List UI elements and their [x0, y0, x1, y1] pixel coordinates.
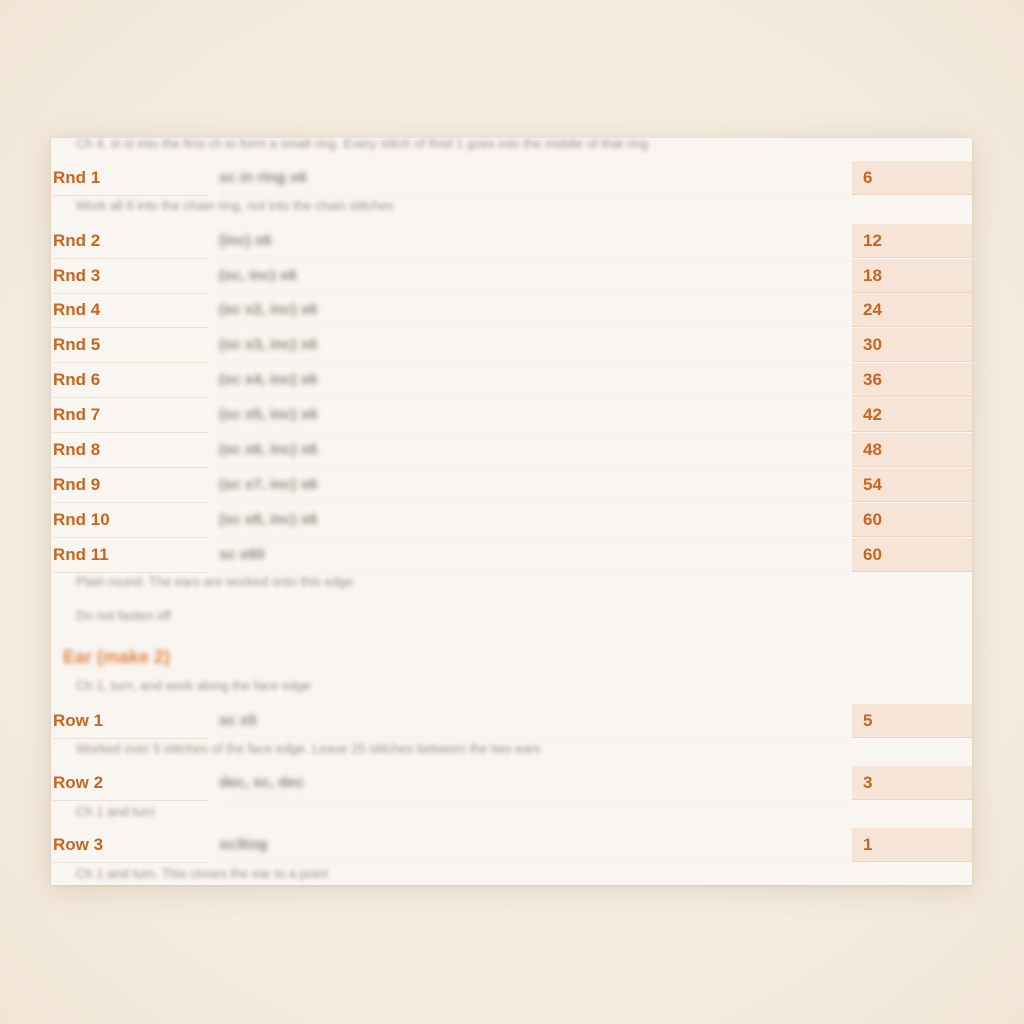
row-note: Ch 1 and turn. This closes the ear to a … — [76, 866, 328, 881]
round-instruction: (sc x7, inc) x6 — [219, 468, 849, 503]
round-instruction: (sc x6, inc) x6 — [219, 433, 849, 468]
pattern-card: Ch 4, sl st into the first ch to form a … — [51, 138, 972, 885]
table-row: Rnd 3 (sc, inc) x6 18 — [51, 259, 972, 294]
round-instruction: (sc x2, inc) x6 — [219, 293, 849, 328]
intro-note: Ch 4, sl st into the first ch to form a … — [76, 138, 649, 151]
table-row: Row 1 sc x5 5 — [51, 704, 972, 739]
stitch-count: 42 — [852, 398, 972, 432]
row-note: Worked over 5 stitches of the face edge.… — [76, 741, 541, 756]
stitch-count: 3 — [852, 766, 972, 800]
stitch-count: 30 — [852, 328, 972, 362]
stitch-count: 54 — [852, 468, 972, 502]
round-instruction: (sc x4, inc) x6 — [219, 363, 849, 398]
row-label: Row 1 — [53, 704, 208, 739]
table-row: Row 3 sc3tog 1 — [51, 828, 972, 863]
row-instruction: dec, sc, dec — [219, 766, 849, 801]
round-instruction: (sc x8, inc) x6 — [219, 503, 849, 538]
round-note: Do not fasten off — [76, 608, 172, 623]
table-row: Row 2 dec, sc, dec 3 — [51, 766, 972, 801]
stitch-count: 18 — [852, 259, 972, 293]
row-note: Ch 1 and turn — [76, 804, 155, 819]
round-instruction: (sc, inc) x6 — [219, 259, 849, 294]
round-instruction: (inc) x6 — [219, 224, 849, 259]
round-label: Rnd 10 — [53, 503, 208, 538]
table-row: Rnd 6 (sc x4, inc) x6 36 — [51, 363, 972, 398]
table-row: Rnd 4 (sc x2, inc) x6 24 — [51, 293, 972, 328]
stitch-count: 5 — [852, 704, 972, 738]
round-label: Rnd 2 — [53, 224, 208, 259]
round-instruction: (sc x3, inc) x6 — [219, 328, 849, 363]
round-label: Rnd 6 — [53, 363, 208, 398]
round-label: Rnd 3 — [53, 259, 208, 294]
stitch-count: 6 — [852, 161, 972, 195]
table-row: Rnd 10 (sc x8, inc) x6 60 — [51, 503, 972, 538]
row-instruction: sc x5 — [219, 704, 849, 739]
stitch-count: 60 — [852, 538, 972, 572]
round-label: Rnd 8 — [53, 433, 208, 468]
table-row: Rnd 2 (inc) x6 12 — [51, 224, 972, 259]
table-row: Rnd 8 (sc x6, inc) x6 48 — [51, 433, 972, 468]
stitch-count: 48 — [852, 433, 972, 467]
round-label: Rnd 9 — [53, 468, 208, 503]
round-instruction: sc in ring x6 — [219, 161, 849, 196]
table-row: Rnd 5 (sc x3, inc) x6 30 — [51, 328, 972, 363]
table-row: Rnd 11 sc x60 60 — [51, 538, 972, 573]
stitch-count: 36 — [852, 363, 972, 397]
stitch-count: 12 — [852, 224, 972, 258]
table-row: Rnd 7 (sc x5, inc) x6 42 — [51, 398, 972, 433]
row-instruction: sc3tog — [219, 828, 849, 863]
round-instruction: (sc x5, inc) x6 — [219, 398, 849, 433]
row-label: Row 3 — [53, 828, 208, 863]
round-label: Rnd 7 — [53, 398, 208, 433]
round-label: Rnd 4 — [53, 293, 208, 328]
ear-section-heading: Ear (make 2) — [63, 647, 171, 667]
round-instruction: sc x60 — [219, 538, 849, 573]
stitch-count: 24 — [852, 293, 972, 327]
round-note: Work all 6 into the chain ring, not into… — [76, 198, 394, 213]
stitch-count: 60 — [852, 503, 972, 537]
round-label: Rnd 5 — [53, 328, 208, 363]
round-label: Rnd 11 — [53, 538, 208, 573]
stitch-count: 1 — [852, 828, 972, 862]
row-label: Row 2 — [53, 766, 208, 801]
section-note: Ch 1, turn, and work along the face edge — [76, 678, 311, 693]
round-note: Plain round. The ears are worked onto th… — [76, 574, 354, 589]
round-label: Rnd 1 — [53, 161, 208, 196]
table-row: Rnd 9 (sc x7, inc) x6 54 — [51, 468, 972, 503]
table-row: Rnd 1 sc in ring x6 6 — [51, 161, 972, 196]
